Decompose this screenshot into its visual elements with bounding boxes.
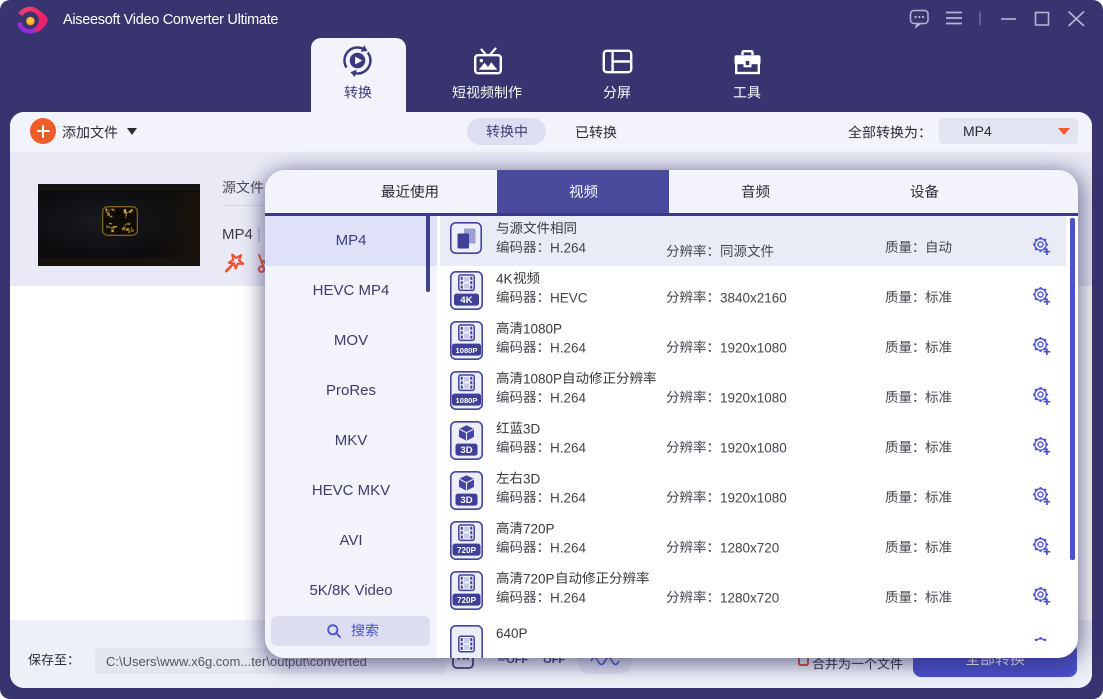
svg-text:720P: 720P	[457, 595, 477, 604]
svg-text:4K: 4K	[460, 294, 472, 305]
svg-text:1080P: 1080P	[456, 395, 478, 404]
svg-text:3D: 3D	[460, 444, 472, 455]
svg-text:720P: 720P	[457, 545, 477, 554]
svg-text:3D: 3D	[460, 494, 472, 505]
svg-text:1080P: 1080P	[456, 345, 478, 354]
